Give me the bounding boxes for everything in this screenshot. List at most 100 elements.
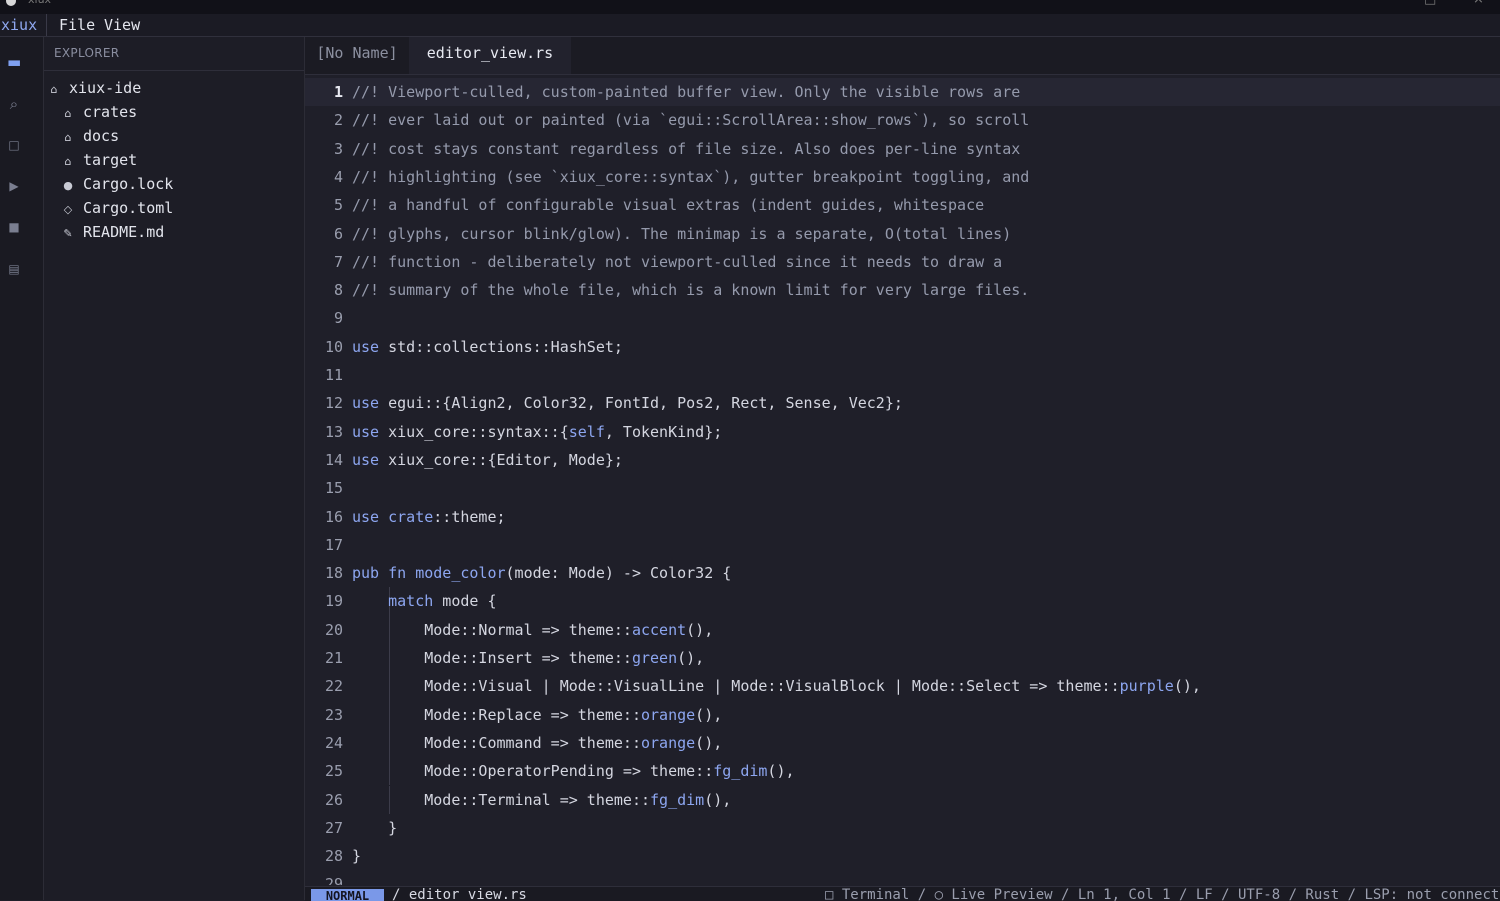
- line-number: 14: [324, 450, 343, 469]
- code-line[interactable]: 24 Mode::Command => theme::orange(),: [305, 728, 1500, 758]
- menu-view[interactable]: View: [104, 14, 140, 36]
- line-number: 28: [324, 847, 343, 866]
- line-number: 22: [324, 677, 343, 696]
- line-number: 2: [333, 111, 343, 130]
- list-icon[interactable]: ▤: [7, 262, 21, 276]
- line-text: use crate::theme;: [352, 507, 506, 526]
- line-text: //! function - deliberately not viewport…: [352, 252, 1003, 271]
- tree-item-label: Cargo.lock: [83, 175, 174, 193]
- tree-item-readme[interactable]: ✎ README.md: [60, 220, 164, 244]
- line-number: 21: [324, 649, 343, 667]
- line-number: 17: [324, 535, 343, 554]
- line-number: 4: [333, 167, 343, 186]
- code-line[interactable]: 11: [305, 361, 1500, 389]
- explorer-panel: EXPLORER ⌂ xiux-ide ⌂ crates ⌂ docs ⌂ target…: [44, 37, 305, 900]
- code-line[interactable]: 10 use std::collections::HashSet;: [305, 333, 1500, 361]
- line-text: use egui::{Align2, Color32, FontId, Pos2…: [352, 394, 903, 413]
- code-line[interactable]: 22 Mode::Visual | Mode::VisualLine | Mod…: [305, 672, 1500, 701]
- code-line[interactable]: 21 Mode::Insert => theme::green(),: [305, 644, 1500, 673]
- editor-area[interactable]: 1 //! Viewport-culled, custom-painted buf…: [305, 75, 1500, 885]
- tree-item-cargo-lock[interactable]: ● Cargo.lock: [60, 172, 173, 196]
- menu-file[interactable]: File: [59, 14, 95, 36]
- code-line[interactable]: 20 Mode::Normal => theme::accent(),: [305, 615, 1500, 644]
- code-line[interactable]: 25 Mode::OperatorPending => theme::fg_di…: [305, 757, 1500, 786]
- line-text: }: [352, 847, 362, 866]
- tree-item-label: README.md: [83, 223, 165, 241]
- line-number: 27: [324, 818, 343, 837]
- line-text: //! summary of the whole file, which is …: [352, 281, 1030, 300]
- code-line[interactable]: 15: [305, 474, 1500, 502]
- line-number: 7: [333, 252, 343, 271]
- line-number: 20: [324, 620, 343, 639]
- line-number: 25: [324, 762, 343, 781]
- doc-icon: ✎: [63, 227, 73, 240]
- tree-item-xiux-ide[interactable]: ⌂ xiux-ide: [46, 76, 142, 100]
- line-text: //! cost stays constant regardless of fi…: [352, 139, 1021, 158]
- tree-item-cargo-toml[interactable]: ◇ Cargo.toml: [60, 196, 174, 220]
- code-line[interactable]: 18 pub fn mode_color(mode: Mode) -> Color…: [305, 559, 1500, 587]
- code-line[interactable]: 7 //! function - deliberately not viewpor…: [305, 248, 1500, 276]
- code-line[interactable]: 16 use crate::theme;: [305, 503, 1500, 531]
- code-line[interactable]: 2 //! ever laid out or painted (via `egui…: [305, 106, 1500, 134]
- code-line[interactable]: 3 //! cost stays constant regardless of f…: [305, 135, 1500, 163]
- play-icon[interactable]: ▶: [7, 179, 21, 193]
- explorer-title: EXPLORER: [54, 46, 120, 60]
- status-file-path: / editor_view.rs: [392, 887, 527, 901]
- line-text: //! highlighting (see `xiux_core::syntax…: [352, 167, 1030, 186]
- folder-icon[interactable]: ▬: [7, 53, 21, 71]
- code-line[interactable]: 6 //! glyphs, cursor blink/glow). The min…: [305, 220, 1500, 248]
- status-bar: NORMAL / editor_view.rs □ Terminal / ○ L…: [305, 886, 1500, 901]
- line-text: match mode {: [388, 592, 497, 611]
- line-number: 9: [333, 309, 343, 328]
- code-line[interactable]: 28}: [305, 842, 1500, 870]
- code-line[interactable]: 5 //! a handful of configurable visual ex…: [305, 191, 1500, 219]
- divider: [44, 70, 304, 71]
- tree-item-label: docs: [83, 127, 120, 145]
- line-text: Mode::Insert => theme::green(),: [352, 649, 705, 667]
- mode-badge: NORMAL: [311, 889, 384, 901]
- code-line[interactable]: 1 //! Viewport-culled, custom-painted buf…: [305, 78, 1500, 107]
- code-line[interactable]: 19 match mode {: [305, 587, 1500, 616]
- tab-no-name[interactable]: [No Name]: [305, 37, 409, 74]
- code-line[interactable]: 23 Mode::Replace => theme::orange(),: [305, 700, 1500, 729]
- line-text: //! a handful of configurable visual ext…: [352, 196, 985, 215]
- stop-icon[interactable]: ■: [7, 220, 21, 234]
- code-line[interactable]: 17: [305, 531, 1500, 559]
- folder-icon: ⌂: [64, 131, 72, 144]
- line-text: //! ever laid out or painted (via `egui:…: [352, 111, 1030, 130]
- line-text: Mode::Replace => theme::orange(),: [352, 705, 723, 724]
- code-line[interactable]: 4 //! highlighting (see `xiux_core::synta…: [305, 163, 1500, 191]
- code-line[interactable]: 14 use xiux_core::{Editor, Mode};: [305, 446, 1500, 474]
- maximize-icon[interactable]: □: [1424, 0, 1436, 7]
- window-titlebar: xiux □ ×: [0, 0, 1500, 14]
- close-icon[interactable]: ×: [1473, 0, 1484, 7]
- tree-item-crates[interactable]: ⌂ crates: [60, 100, 138, 124]
- code-line[interactable]: 9: [305, 304, 1500, 332]
- line-number: 12: [324, 394, 343, 413]
- line-number: 5: [333, 196, 343, 215]
- status-info: □ Terminal / ○ Live Preview / Ln 1, Col …: [825, 887, 1500, 901]
- tab-editor-view[interactable]: editor_view.rs: [409, 37, 571, 74]
- folder-icon: ⌂: [50, 83, 58, 96]
- code-line[interactable]: 12 use egui::{Align2, Color32, FontId, Po…: [305, 389, 1500, 417]
- line-text: pub fn mode_color(mode: Mode) -> Color32…: [352, 564, 732, 583]
- line-number: 29: [324, 875, 343, 885]
- search-icon[interactable]: ⌕: [7, 95, 21, 113]
- menu-bar: xiux File View: [0, 14, 1500, 37]
- activity-bar: ▬ ⌕ □ ▶ ■ ▤: [0, 37, 44, 900]
- folder-icon: ⌂: [64, 155, 72, 168]
- code-line[interactable]: 26 Mode::Terminal => theme::fg_dim(),: [305, 785, 1500, 814]
- folder-icon: ⌂: [64, 107, 72, 120]
- app-brand: xiux: [1, 14, 48, 36]
- tree-item-docs[interactable]: ⌂ docs: [60, 124, 120, 148]
- code-line[interactable]: 29: [305, 870, 1500, 885]
- code-line[interactable]: 13 use xiux_core::syntax::{self, TokenKin…: [305, 418, 1500, 446]
- code-line[interactable]: 27 }: [305, 814, 1500, 842]
- tree-item-target[interactable]: ⌂ target: [60, 148, 138, 172]
- tab-bar: [No Name] editor_view.rs: [305, 37, 1500, 75]
- line-text: }: [352, 818, 398, 837]
- line-number: 19: [324, 592, 343, 611]
- code-line[interactable]: 8 //! summary of the whole file, which is…: [305, 276, 1500, 304]
- square-icon[interactable]: □: [7, 138, 21, 152]
- line-text: Mode::Command => theme::orange(),: [352, 733, 723, 752]
